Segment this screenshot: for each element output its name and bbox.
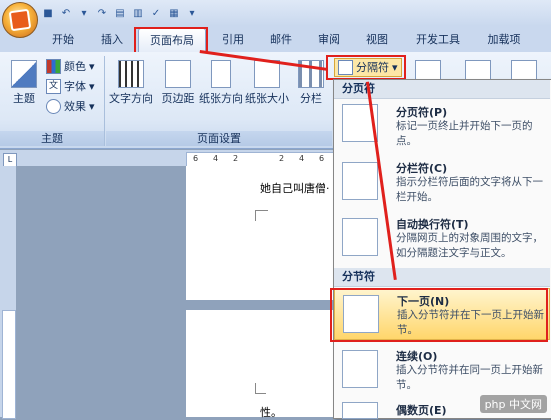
menu-item-description: 分隔网页上的对象周围的文字，如分隔题注文字与正文。 (396, 232, 543, 259)
tab-view[interactable]: 视图 (364, 30, 390, 50)
menu-item-title: 分栏符(C) (396, 162, 448, 175)
effects-label: 效果 (64, 100, 86, 113)
tab-selector[interactable]: L (3, 153, 17, 167)
page-setup-group-label: 页面设置 (106, 131, 332, 146)
menu-item-description: 指示分栏符后面的文字将从下一栏开始。 (396, 176, 543, 203)
fonts-label: 字体 (64, 80, 86, 93)
menu-item-description: 插入分节符并在同一页上开始新节。 (396, 364, 543, 391)
text-direction-label: 文字方向 (109, 92, 153, 105)
orientation-label: 纸张方向 (199, 92, 243, 105)
ruler-tick: 2 (233, 154, 239, 163)
vertical-ruler-page (2, 310, 16, 419)
ruler-tick: 4 (213, 154, 219, 163)
even-page-break-icon (342, 402, 378, 419)
dropdown-icon[interactable]: ▾ (76, 5, 92, 21)
menu-item-title: 连续(O) (396, 350, 438, 363)
print-preview-icon[interactable]: ▤ (112, 5, 128, 21)
colors-icon (46, 59, 61, 74)
theme-group-label: 主题 (0, 131, 104, 146)
tab-references[interactable]: 引用 (220, 30, 246, 50)
size-button[interactable]: 纸张大小 (244, 60, 290, 106)
menu-item-continuous[interactable]: 连续(O) 插入分节符并在同一页上开始新节。 (334, 344, 550, 396)
column-break-icon (342, 162, 378, 200)
effects-icon (46, 99, 61, 114)
menu-item-text-wrapping-break[interactable]: 自动换行符(T) 分隔网页上的对象周围的文字，如分隔题注文字与正文。 (334, 212, 550, 266)
menu-item-column-break[interactable]: 分栏符(C) 指示分栏符后面的文字将从下一栏开始。 (334, 156, 550, 206)
margins-button[interactable]: 页边距 (158, 60, 198, 106)
undo-icon[interactable]: ↶ (58, 5, 74, 21)
breaks-highlight-box (326, 55, 406, 80)
document-page-2[interactable] (186, 310, 336, 417)
fonts-button[interactable]: 文字体 ▾ (46, 78, 95, 95)
margins-icon (165, 60, 191, 88)
continuous-break-icon (342, 350, 378, 388)
themes-icon (11, 60, 37, 88)
columns-label: 分栏 (300, 92, 322, 105)
tab-developer[interactable]: 开发工具 (412, 30, 464, 50)
text-direction-button[interactable]: 文字方向 (108, 60, 154, 106)
quick-access-toolbar: ■ ↶ ▾ ↷ ▤ ▥ ✓ ▦ ▾ (40, 4, 200, 22)
margins-label: 页边距 (161, 92, 195, 105)
customize-qat-icon[interactable]: ▾ (184, 5, 200, 21)
office-logo-icon (8, 8, 32, 32)
fonts-icon: 文 (46, 79, 61, 94)
paper-size-icon (254, 60, 280, 88)
dropdown-arrow-icon: ▾ (89, 60, 95, 73)
text-wrapping-break-icon (342, 218, 378, 256)
menu-item-page-break[interactable]: 分页符(P) 标记一页终止并开始下一页的点。 (334, 100, 550, 148)
save-icon[interactable]: ■ (40, 5, 56, 21)
menu-item-title: 自动换行符(T) (396, 218, 469, 231)
dropdown-arrow-icon: ▾ (89, 100, 95, 113)
format-painter-icon[interactable]: ▦ (166, 5, 182, 21)
margin-corner-mark (255, 383, 266, 394)
office-button[interactable] (2, 2, 38, 38)
dropdown-arrow-icon: ▾ (89, 80, 95, 93)
margin-corner-mark (255, 210, 268, 221)
orientation-button[interactable]: 纸张方向 (198, 60, 244, 106)
ruler-tick: 2 (279, 154, 285, 163)
document-text-line: 她自己叫唐僧· (260, 182, 330, 195)
tab-highlight-box (134, 27, 208, 54)
redo-icon[interactable]: ↷ (94, 5, 110, 21)
effects-button[interactable]: 效果 ▾ (46, 98, 95, 115)
menu-section-section-breaks: 分节符 (334, 268, 550, 287)
colors-label: 颜色 (64, 60, 86, 73)
themes-button-label: 主题 (13, 92, 35, 105)
tab-add-ins[interactable]: 加载项 (484, 30, 524, 50)
orientation-icon (211, 60, 231, 88)
horizontal-ruler[interactable]: 6 4 2 2 4 6 (186, 152, 338, 167)
tab-review[interactable]: 审阅 (316, 30, 342, 50)
menu-item-title: 偶数页(E) (396, 404, 447, 417)
text-direction-icon (118, 60, 144, 88)
print-icon[interactable]: ▥ (130, 5, 146, 21)
site-watermark: php 中文网 (479, 395, 547, 413)
menu-item-title: 分页符(P) (396, 106, 448, 119)
document-text-line: 性。 (260, 406, 282, 419)
group-divider (104, 56, 105, 146)
colors-button[interactable]: 颜色 ▾ (46, 58, 95, 75)
tab-home[interactable]: 开始 (50, 30, 76, 50)
ruler-tick: 6 (193, 154, 199, 163)
spell-check-icon[interactable]: ✓ (148, 5, 164, 21)
next-page-highlight-box (330, 288, 548, 342)
ruler-tick: 4 (299, 154, 305, 163)
tab-insert[interactable]: 插入 (98, 30, 126, 50)
menu-item-description: 标记一页终止并开始下一页的点。 (396, 120, 533, 147)
ruler-tick: 6 (319, 154, 325, 163)
size-label: 纸张大小 (245, 92, 289, 105)
themes-button[interactable]: 主题 (6, 60, 42, 106)
tab-mailings[interactable]: 邮件 (268, 30, 294, 50)
